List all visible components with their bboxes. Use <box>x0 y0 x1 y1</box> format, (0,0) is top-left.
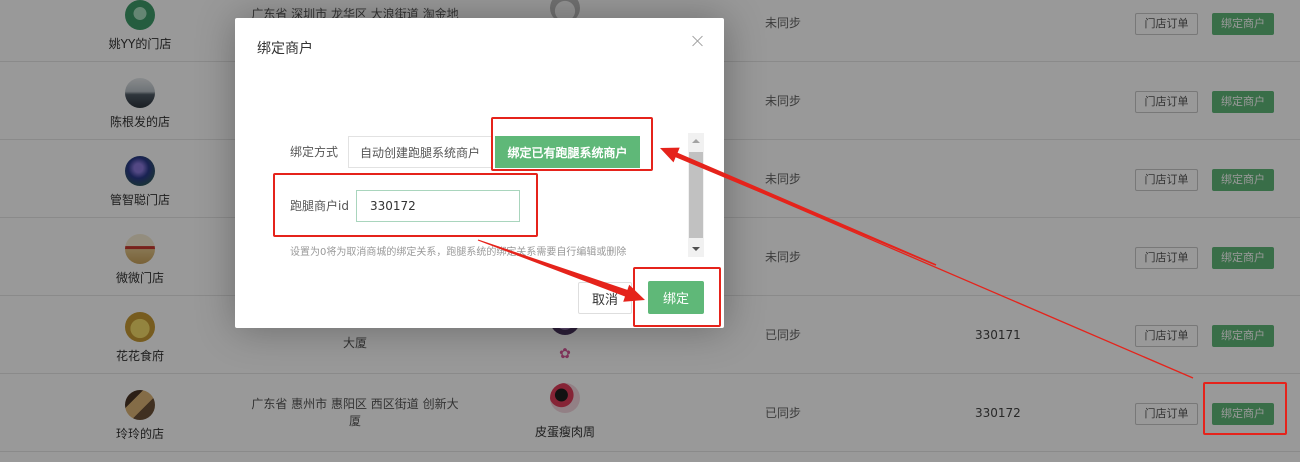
modal-scrollbar[interactable] <box>688 133 704 257</box>
page: 姚YY的门店 广东省 深圳市 龙华区 大浪街道 淘金地 未同步 门店订单 绑定商… <box>0 0 1300 462</box>
confirm-bind-button[interactable]: 绑定 <box>648 281 704 314</box>
modal-body: 绑定方式 自动创建跑腿系统商户 绑定已有跑腿系统商户 跑腿商户id 设置为0将为… <box>250 133 704 257</box>
modal-title: 绑定商户 <box>257 41 313 57</box>
tab-bind-existing-merchant[interactable]: 绑定已有跑腿系统商户 <box>495 136 640 168</box>
scroll-down-arrow-icon[interactable] <box>688 240 704 257</box>
bind-merchant-modal: 绑定商户 绑定方式 自动创建跑腿系统商户 绑定已有跑腿系统商户 跑腿商户id 设… <box>235 18 724 328</box>
merchant-id-input[interactable] <box>356 190 520 222</box>
close-icon[interactable] <box>691 34 705 48</box>
hint-text: 设置为0将为取消商城的绑定关系，跑腿系统的绑定关系需要自行编辑或删除 <box>290 247 627 257</box>
merchant-id-label: 跑腿商户id <box>290 199 349 213</box>
bind-method-label: 绑定方式 <box>290 145 339 159</box>
scroll-thumb[interactable] <box>689 152 703 238</box>
tab-auto-create-merchant[interactable]: 自动创建跑腿系统商户 <box>348 136 492 168</box>
scroll-up-arrow-icon[interactable] <box>688 133 704 150</box>
cancel-button[interactable]: 取消 <box>578 282 632 314</box>
